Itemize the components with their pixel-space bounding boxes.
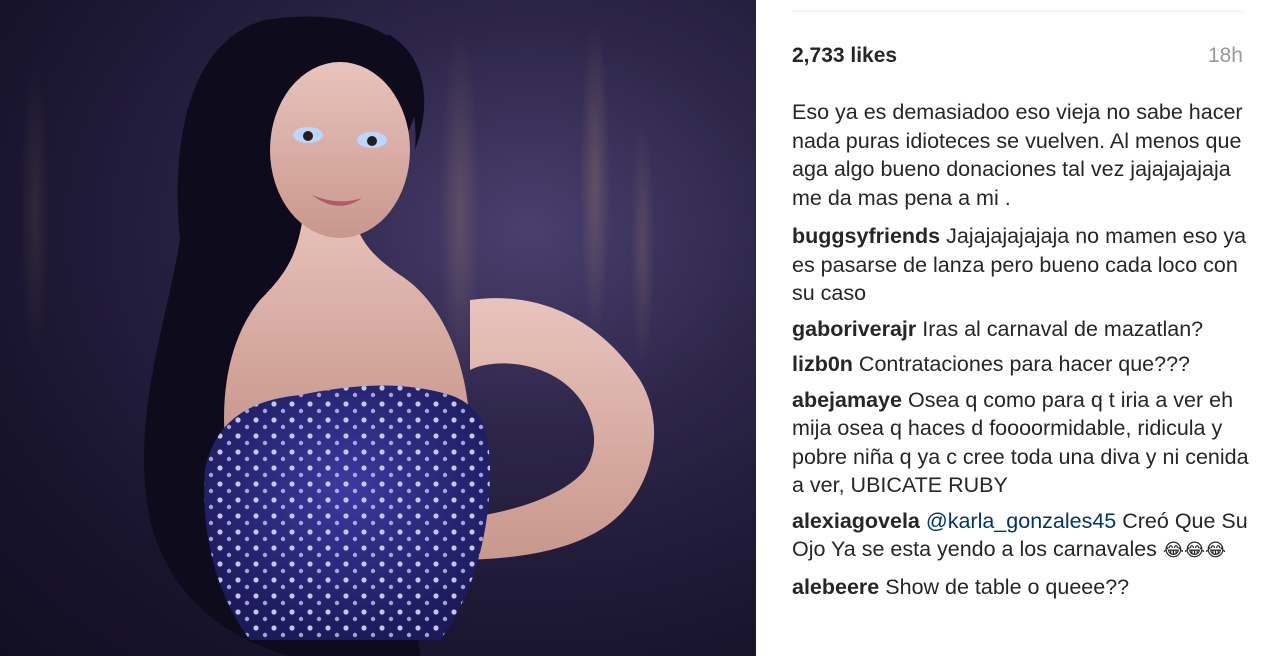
comment-username[interactable]: alebeere <box>792 575 879 599</box>
post-caption: Eso ya es demasiadoo eso vieja no sabe h… <box>792 98 1252 212</box>
comment-item: alebeere Show de table o queee?? <box>792 573 1252 602</box>
divider <box>792 11 1244 12</box>
post-timestamp[interactable]: 18h <box>1208 44 1243 68</box>
comment-text: Contrataciones para hacer que??? <box>858 352 1191 376</box>
photo-illustration <box>20 16 655 656</box>
caption-text: Eso ya es demasiadoo eso vieja no sabe h… <box>792 100 1243 210</box>
comment-text: Iras al carnaval de mazatlan? <box>922 316 1204 341</box>
comment-username[interactable]: lizb0n <box>792 352 853 376</box>
comment-item: alexiagovela @karla_gonzales45 Creó Que S… <box>792 507 1252 566</box>
comment-username[interactable]: buggsyfriends <box>792 224 940 248</box>
comments-list: Eso ya es demasiadoo eso vieja no sabe h… <box>792 98 1252 608</box>
comment-item: buggsyfriends Jajajajajajaja no mamen eso… <box>792 222 1252 308</box>
post-details-panel: 2,733 likes 18h Eso ya es demasiadoo eso… <box>756 0 1280 656</box>
comment-mention[interactable]: @karla_gonzales45 <box>926 509 1116 533</box>
comment-text: Show de table o queee?? <box>885 574 1130 599</box>
laughing-emoji-icon: 😂😂😂 <box>1162 540 1227 561</box>
likes-count[interactable]: 2,733 likes <box>792 44 897 68</box>
comment-item: gaboriverajr Iras al carnaval de mazatlan… <box>792 315 1252 344</box>
comment-username[interactable]: abejamaye <box>792 388 902 412</box>
comment-username[interactable]: gaboriverajr <box>792 317 916 341</box>
comment-username[interactable]: alexiagovela <box>792 509 920 533</box>
post-photo[interactable] <box>0 0 756 656</box>
comment-item: lizb0n Contrataciones para hacer que??? <box>792 350 1252 379</box>
comment-item: abejamaye Osea q como para q t iria a ver… <box>792 386 1252 500</box>
